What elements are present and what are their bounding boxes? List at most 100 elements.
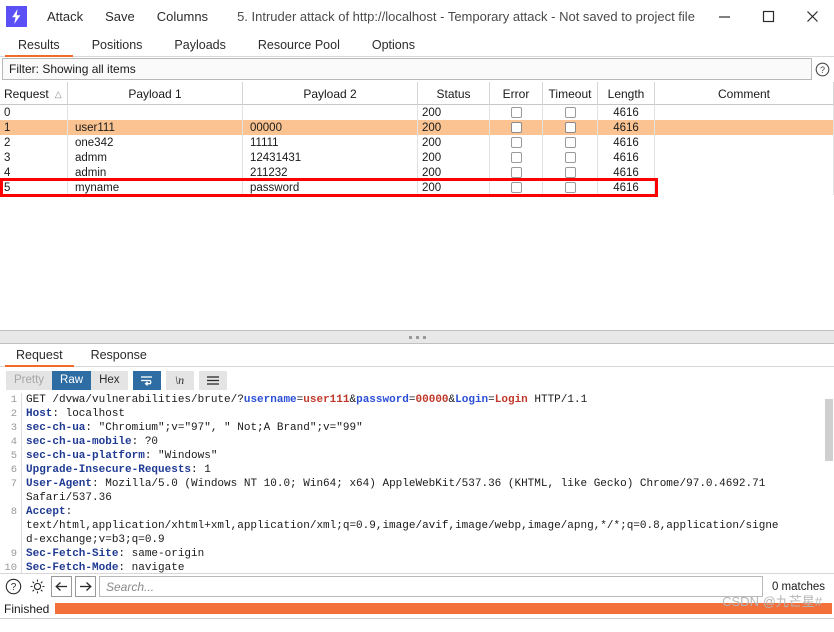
search-bar: ? Search... 0 matches — [0, 573, 834, 599]
line-number: 3 — [10, 422, 17, 434]
title-bar: Attack Save Columns 5. Intruder attack o… — [0, 0, 834, 33]
column-header-label: Payload 2 — [303, 87, 357, 101]
table-row[interactable]: 3 admm 12431431 200 4616 — [0, 150, 834, 165]
error-checkbox[interactable] — [510, 137, 522, 148]
line-number: 2 — [10, 408, 17, 420]
timeout-checkbox[interactable] — [564, 107, 576, 118]
code-line: Safari/537.36 — [26, 491, 834, 505]
timeout-checkbox[interactable] — [564, 182, 576, 193]
tab-resource-pool[interactable]: Resource Pool — [242, 33, 356, 56]
column-header-status[interactable]: Status — [418, 82, 490, 106]
table-row[interactable]: 4 admin 211232 200 4616 — [0, 165, 834, 180]
gear-icon[interactable] — [27, 576, 48, 597]
column-header-label: Comment — [717, 87, 770, 101]
cell-timeout-checkbox — [543, 150, 598, 165]
timeout-checkbox[interactable] — [564, 152, 576, 163]
cell-error-checkbox — [490, 165, 543, 180]
error-checkbox[interactable] — [510, 167, 522, 178]
code-token-plain: : "Chromium";v="97", " Not;A Brand";v="9… — [85, 422, 363, 434]
code-token-plain: : Mozilla/5.0 (Windows NT 10.0; Win64; x… — [92, 478, 766, 490]
line-number — [0, 533, 21, 547]
code-line: text/html,application/xhtml+xml,applicat… — [26, 519, 834, 533]
menu-columns[interactable]: Columns — [146, 6, 219, 27]
newline-toggle-button[interactable]: \n — [165, 370, 194, 390]
table-row[interactable]: 0 200 4616 — [0, 105, 834, 120]
tab-response[interactable]: Response — [77, 344, 161, 366]
arrow-left-icon[interactable] — [51, 576, 72, 597]
attack-status: Finished — [4, 601, 50, 616]
cell-request-number: 5 — [0, 180, 68, 195]
cell-status: 200 — [418, 180, 490, 195]
cell-request-number: 1 — [0, 120, 68, 135]
code-token-plain: : — [65, 506, 73, 518]
request-editor[interactable]: 1234567891011 GET /dvwa/vulnerabilities/… — [0, 393, 834, 573]
cell-length: 4616 — [598, 120, 655, 135]
cell-payload-2: password — [243, 180, 418, 195]
code-line: Accept: — [26, 505, 834, 519]
column-header-payload-1[interactable]: Payload 1 — [68, 82, 243, 106]
code-token-hdr: Accept — [26, 506, 66, 518]
hex-button[interactable]: Hex — [91, 370, 128, 390]
table-row[interactable]: 1 user111 00000 200 4616 — [0, 120, 834, 135]
code-token-plain: : "Windows" — [144, 450, 218, 462]
hamburger-menu-icon[interactable] — [198, 370, 227, 390]
match-count: 0 matches — [771, 580, 825, 593]
panel-splitter[interactable] — [0, 330, 834, 344]
line-number-gutter: 1234567891011 — [0, 393, 22, 573]
tab-positions[interactable]: Positions — [76, 33, 159, 56]
search-input[interactable]: Search... — [99, 576, 763, 597]
column-header-payload-2[interactable]: Payload 2 — [243, 82, 418, 106]
close-icon[interactable] — [790, 0, 834, 33]
menu-save[interactable]: Save — [94, 6, 146, 27]
code-token-plain: = — [408, 394, 416, 406]
editor-scrollbar-thumb[interactable] — [825, 399, 833, 461]
error-checkbox[interactable] — [510, 107, 522, 118]
cell-payload-2: 12431431 — [243, 150, 418, 165]
code-line: User-Agent: Mozilla/5.0 (Windows NT 10.0… — [26, 477, 834, 491]
column-header-label: Status — [436, 87, 471, 101]
column-header-timeout[interactable]: Timeout — [543, 82, 598, 106]
pretty-button[interactable]: Pretty — [6, 370, 53, 390]
tab-options[interactable]: Options — [356, 33, 431, 56]
filter-bar-row: Filter: Showing all items ? — [0, 57, 834, 81]
burp-intruder-window: Attack Save Columns 5. Intruder attack o… — [0, 0, 834, 632]
timeout-checkbox[interactable] — [564, 167, 576, 178]
arrow-right-icon[interactable] — [75, 576, 96, 597]
editor-scrollbar[interactable] — [823, 393, 834, 573]
tab-payloads[interactable]: Payloads — [158, 33, 241, 56]
cell-payload-1 — [68, 105, 243, 120]
column-header-request[interactable]: Request △ — [0, 82, 68, 106]
word-wrap-icon[interactable] — [132, 370, 161, 390]
column-header-length[interactable]: Length — [598, 82, 655, 106]
code-token-pkey: username — [243, 394, 297, 406]
cell-error-checkbox — [490, 150, 543, 165]
menu-attack[interactable]: Attack — [36, 6, 94, 27]
window-controls — [702, 0, 834, 33]
view-mode-group: Pretty Raw Hex — [6, 370, 128, 390]
minimize-icon[interactable] — [702, 0, 746, 33]
error-checkbox[interactable] — [510, 122, 522, 133]
filter-bar[interactable]: Filter: Showing all items — [2, 58, 812, 80]
column-header-error[interactable]: Error — [490, 82, 543, 106]
status-bar: Finished — [0, 599, 834, 618]
cell-payload-2: 11111 — [243, 135, 418, 150]
table-row[interactable]: 5 myname password 200 4616 — [0, 180, 834, 195]
cell-comment — [655, 150, 834, 165]
maximize-icon[interactable] — [746, 0, 790, 33]
column-header-comment[interactable]: Comment — [655, 82, 834, 106]
table-body: 0 200 4616 1 user111 00000 200 4616 2 one342 11111… — [0, 105, 834, 197]
error-checkbox[interactable] — [510, 182, 522, 193]
table-row[interactable]: 2 one342 11111 200 4616 — [0, 135, 834, 150]
tab-results[interactable]: Results — [2, 33, 76, 57]
timeout-checkbox[interactable] — [564, 122, 576, 133]
code-line: Upgrade-Insecure-Requests: 1 — [26, 463, 834, 477]
question-circle-icon[interactable]: ? — [3, 576, 24, 597]
cell-status: 200 — [418, 150, 490, 165]
timeout-checkbox[interactable] — [564, 137, 576, 148]
code-token-plain: : localhost — [52, 408, 126, 420]
question-circle-icon[interactable]: ? — [812, 57, 832, 81]
raw-button[interactable]: Raw — [52, 370, 92, 390]
error-checkbox[interactable] — [510, 152, 522, 163]
tab-request[interactable]: Request — [2, 344, 77, 367]
cell-comment — [655, 165, 834, 180]
